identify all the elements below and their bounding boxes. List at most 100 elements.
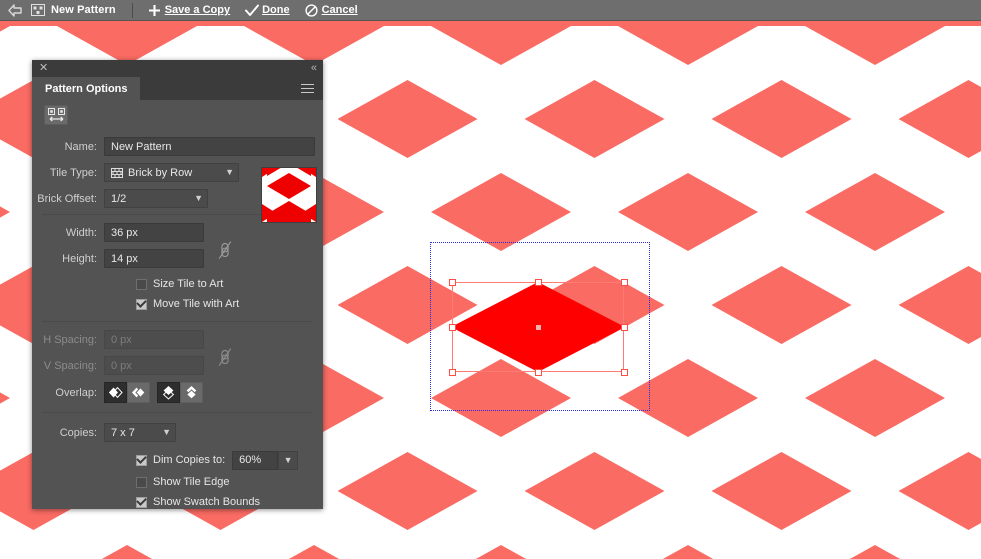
- tab-pattern-options-label: Pattern Options: [45, 82, 128, 95]
- selection-handle[interactable]: [620, 323, 628, 331]
- show-tile-edge-checkbox[interactable]: [136, 476, 147, 488]
- dim-copies-row[interactable]: Dim Copies to: 60% ▼: [32, 448, 323, 472]
- selection-handle[interactable]: [534, 368, 542, 376]
- show-swatch-bounds-label: Show Swatch Bounds: [153, 496, 261, 508]
- done-label: Done: [262, 4, 290, 16]
- pattern-tile-diamond: [805, 21, 945, 65]
- panel-divider: [42, 321, 313, 322]
- selection-handle[interactable]: [620, 278, 628, 286]
- size-tile-to-art-label: Size Tile to Art: [153, 278, 224, 290]
- show-swatch-bounds-checkbox[interactable]: [136, 496, 147, 508]
- copies-label: Copies:: [59, 426, 97, 439]
- pattern-tile-diamond: [0, 173, 10, 251]
- selection-handle[interactable]: [448, 323, 456, 331]
- width-row: Width: 36 px: [32, 222, 323, 243]
- pattern-options-panel: ✕ « Pattern Options Name: New Pattern Ti…: [32, 60, 323, 509]
- pattern-tile-diamond: [431, 21, 571, 65]
- height-row: Height: 14 px: [32, 241, 323, 269]
- move-tile-with-art-row[interactable]: Move Tile with Art: [32, 294, 323, 314]
- selection-handle[interactable]: [534, 278, 542, 286]
- tile-type-select[interactable]: Brick by Row ▼: [104, 163, 239, 182]
- done-button[interactable]: Done: [245, 3, 290, 17]
- show-tile-edge-label: Show Tile Edge: [153, 476, 230, 488]
- panel-divider: [42, 412, 313, 413]
- cancel-button[interactable]: Cancel: [305, 3, 358, 17]
- chevron-down-icon: ▼: [162, 427, 171, 437]
- broken-link-icon[interactable]: [217, 239, 235, 261]
- pattern-tile-diamond: [898, 266, 981, 344]
- cancel-icon: [305, 3, 319, 17]
- pattern-swatch-icon: [30, 4, 45, 17]
- pattern-tile-diamond: [805, 545, 945, 559]
- overlap-right-in-front-button[interactable]: [127, 382, 150, 403]
- pattern-tile-diamond: [0, 359, 10, 437]
- brick-offset-select[interactable]: 1/2 ▼: [104, 189, 208, 208]
- close-icon[interactable]: ✕: [39, 63, 48, 74]
- pattern-tile-diamond: [57, 545, 197, 559]
- width-input[interactable]: 36 px: [104, 223, 204, 242]
- pattern-tile-diamond: [711, 452, 852, 530]
- pattern-name-label: New Pattern: [51, 4, 116, 16]
- pattern-tile-diamond: [711, 80, 852, 158]
- center-anchor-point: [535, 324, 541, 330]
- name-input[interactable]: New Pattern: [104, 137, 315, 156]
- name-label: Name:: [64, 140, 97, 153]
- show-swatch-bounds-row[interactable]: Show Swatch Bounds: [32, 492, 323, 512]
- brick-grid-icon: [111, 167, 123, 178]
- size-tile-to-art-checkbox[interactable]: [136, 278, 147, 290]
- hamburger-menu-icon: [301, 84, 314, 93]
- panel-menu-button[interactable]: [301, 77, 323, 100]
- overlap-label: Overlap:: [55, 386, 97, 399]
- pattern-tile-diamond: [618, 173, 758, 251]
- save-a-copy-button[interactable]: Save a Copy: [148, 3, 230, 17]
- broken-link-icon[interactable]: [217, 346, 235, 368]
- overlap-top-in-front-button[interactable]: [157, 382, 180, 403]
- selection-handle[interactable]: [620, 368, 628, 376]
- collapse-chevrons-icon[interactable]: «: [311, 63, 317, 74]
- panel-title-bar: ✕ «: [32, 60, 323, 77]
- pattern-tile-diamond: [337, 80, 478, 158]
- dim-copies-dropdown[interactable]: ▼: [278, 450, 299, 470]
- chevron-down-icon: ▼: [194, 193, 203, 203]
- pattern-tile-diamond: [431, 173, 571, 251]
- brick-offset-value: 1/2: [111, 192, 127, 205]
- back-arrow-icon[interactable]: [7, 3, 23, 17]
- pattern-tile-diamond: [805, 359, 945, 437]
- tile-edit-icon[interactable]: [44, 105, 68, 125]
- pattern-tile-diamond: [711, 266, 852, 344]
- pattern-tile-diamond: [524, 452, 665, 530]
- overlap-horizontal-group: [104, 382, 150, 403]
- move-tile-with-art-label: Move Tile with Art: [153, 298, 240, 310]
- dim-copies-label: Dim Copies to:: [153, 454, 226, 466]
- tile-type-label: Tile Type:: [49, 166, 97, 179]
- overlap-left-in-front-button[interactable]: [104, 382, 127, 403]
- copies-select[interactable]: 7 x 7 ▼: [104, 423, 176, 442]
- tab-pattern-options[interactable]: Pattern Options: [32, 77, 140, 100]
- chevron-down-icon: ▼: [283, 454, 293, 465]
- pattern-tile-diamond: [805, 173, 945, 251]
- h-spacing-input[interactable]: 0 px: [104, 330, 204, 349]
- v-spacing-row: V Spacing: 0 px: [32, 348, 323, 376]
- move-tile-with-art-checkbox[interactable]: [136, 298, 147, 310]
- pattern-tile-diamond: [0, 545, 10, 559]
- pattern-edit-mode-bar: New Pattern Save a Copy Done Cancel: [0, 0, 981, 21]
- overlap-row: Overlap:: [32, 381, 323, 404]
- show-tile-edge-row[interactable]: Show Tile Edge: [32, 472, 323, 492]
- copies-value: 7 x 7: [111, 426, 135, 439]
- overlap-bottom-in-front-button[interactable]: [180, 382, 203, 403]
- brick-offset-row: Brick Offset: 1/2 ▼: [32, 188, 323, 209]
- pattern-tile-diamond: [524, 80, 665, 158]
- check-icon: [245, 3, 260, 17]
- selection-handle[interactable]: [448, 278, 456, 286]
- height-input[interactable]: 14 px: [104, 249, 204, 268]
- v-spacing-label: V Spacing:: [43, 359, 97, 372]
- width-label: Width:: [65, 226, 97, 239]
- v-spacing-input[interactable]: 0 px: [104, 356, 204, 375]
- size-tile-to-art-row[interactable]: Size Tile to Art: [32, 274, 323, 294]
- dim-copies-value[interactable]: 60%: [232, 450, 279, 470]
- plus-icon: [148, 3, 162, 17]
- overlap-vertical-group: [157, 382, 203, 403]
- dim-copies-checkbox[interactable]: [136, 454, 147, 466]
- save-a-copy-label: Save a Copy: [164, 4, 231, 16]
- selection-handle[interactable]: [448, 368, 456, 376]
